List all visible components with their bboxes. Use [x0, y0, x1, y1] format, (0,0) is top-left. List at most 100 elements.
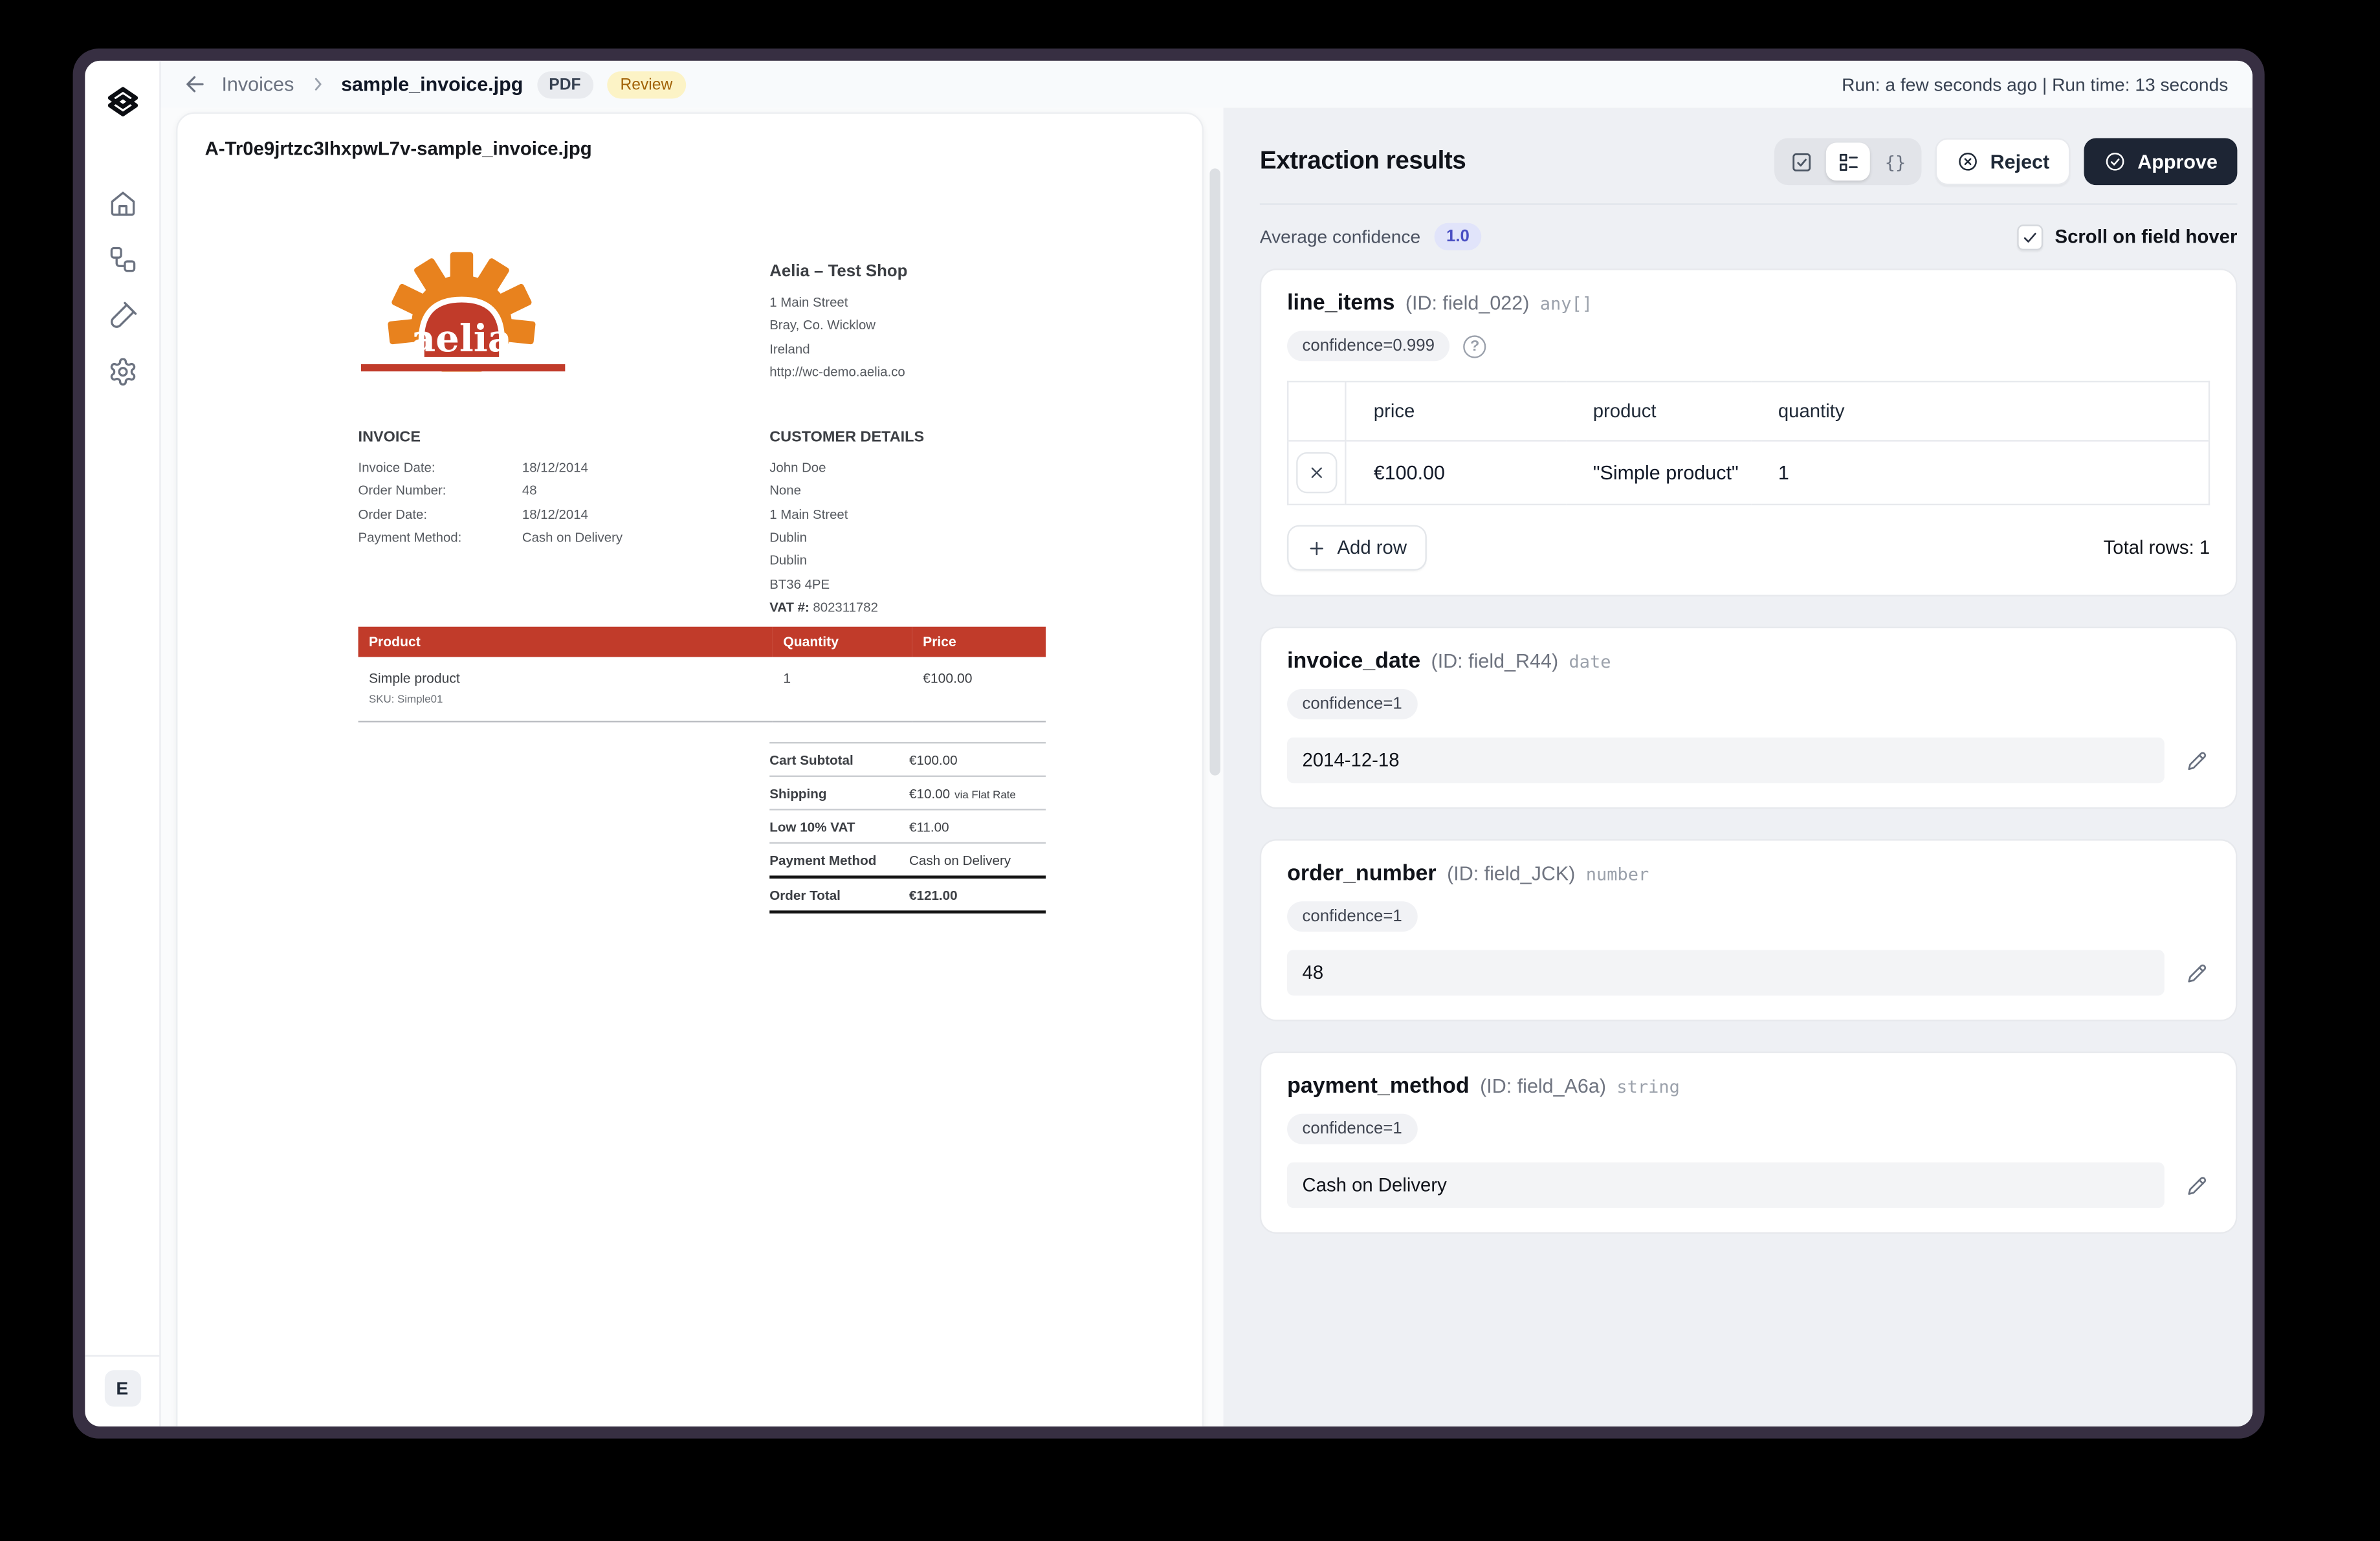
avg-confidence-badge: 1.0 — [1434, 223, 1481, 250]
field-name: order_number — [1287, 862, 1437, 886]
circle-check-icon — [2104, 150, 2127, 173]
edit-pencil-icon[interactable] — [2184, 747, 2210, 773]
shop-logo: aelia — [358, 250, 574, 372]
document-page: A-Tr0e9jrtzc3IhxpwL7v-sample_invoice.jpg — [176, 113, 1204, 1426]
line-item-price[interactable]: €100.00 — [1345, 441, 1565, 505]
document-filename: A-Tr0e9jrtzc3IhxpwL7v-sample_invoice.jpg — [205, 138, 592, 159]
line-item-quantity[interactable]: 1 — [1751, 441, 2209, 505]
review-status-badge: Review — [606, 71, 686, 98]
chevron-right-icon — [307, 74, 327, 94]
plus-icon — [1307, 538, 1327, 558]
sku-value: Simple01 — [397, 692, 443, 706]
field-card-line-items: line_items (ID: field_022) any[] confide… — [1260, 268, 2238, 596]
help-icon[interactable] — [1464, 334, 1486, 357]
field-name: payment_method — [1287, 1075, 1470, 1099]
field-card-invoice-date: invoice_date (ID: field_R44) date confid… — [1260, 627, 2238, 809]
results-title: Extraction results — [1260, 148, 1466, 177]
totals-row: Shipping€10.00via Flat Rate — [769, 777, 1046, 811]
line-items-row: €100.00 "Simple product" 1 — [1288, 441, 2209, 505]
view-toggle: {} — [1775, 138, 1923, 185]
customer-line: Dublin — [769, 527, 924, 550]
vat-value: 802311782 — [813, 599, 877, 614]
invoice-info-value: 18/12/2014 — [522, 457, 588, 480]
approve-button[interactable]: Approve — [2084, 138, 2237, 185]
invoice-info-value: 48 — [522, 480, 537, 503]
field-name: invoice_date — [1287, 650, 1420, 674]
invoice-info-label: Invoice Date: — [358, 457, 522, 480]
edit-pencil-icon[interactable] — [2184, 1172, 2210, 1198]
invoice-product-table: Product Quantity Price Simple product 1 — [358, 627, 1046, 723]
field-id: (ID: field_JCK) — [1447, 862, 1575, 884]
sku-label: SKU: — [369, 692, 394, 706]
sidebar-divider — [85, 1355, 159, 1357]
checklist-view-icon[interactable] — [1779, 142, 1824, 180]
user-avatar[interactable]: E — [104, 1370, 140, 1406]
invoice-info-label: Order Number: — [358, 480, 522, 503]
pdf-badge: PDF — [536, 71, 593, 98]
totals-row-order-total: Order Total€121.00 — [769, 879, 1046, 913]
confidence-pill: confidence=0.999 — [1287, 331, 1449, 361]
shipping-method-note: via Flat Rate — [954, 787, 1016, 800]
sidebar-nav — [107, 188, 137, 387]
edit-pencil-icon[interactable] — [2184, 960, 2210, 986]
quantity-col-header: Quantity — [773, 627, 912, 657]
line-items-table: price product quantity — [1287, 381, 2210, 505]
reject-button[interactable]: Reject — [1935, 138, 2071, 185]
breadcrumb-current: sample_invoice.jpg — [341, 73, 523, 96]
invoice-heading: INVOICE — [358, 430, 723, 446]
invoice-info-label: Payment Method: — [358, 527, 522, 550]
field-value-invoice-date[interactable]: 2014-12-18 — [1287, 738, 2165, 783]
app-logo-icon — [102, 82, 142, 122]
workflow-icon[interactable] — [107, 245, 137, 275]
scroll-on-hover-label: Scroll on field hover — [2055, 226, 2238, 247]
shop-logo-text: aelia — [412, 316, 512, 360]
document-scrollbar[interactable] — [1209, 168, 1220, 775]
form-view-icon[interactable] — [1826, 142, 1870, 180]
test-tube-icon[interactable] — [107, 300, 137, 331]
checkbox-checked-icon[interactable] — [2017, 224, 2043, 250]
total-rows-label: Total rows: 1 — [2104, 537, 2210, 558]
customer-line: Dublin — [769, 550, 924, 573]
customer-details: CUSTOMER DETAILS John Doe None 1 Main St… — [769, 430, 924, 620]
field-id: (ID: field_022) — [1405, 291, 1530, 314]
field-type: string — [1616, 1076, 1679, 1097]
line-items-col-product: product — [1565, 382, 1750, 441]
screen: E Invoices — [0, 0, 2380, 1541]
field-value-order-number[interactable]: 48 — [1287, 950, 2165, 995]
scroll-on-hover-toggle[interactable]: Scroll on field hover — [2017, 224, 2238, 250]
document-pane: A-Tr0e9jrtzc3IhxpwL7v-sample_invoice.jpg — [161, 108, 1224, 1426]
shop-name: Aelia – Test Shop — [769, 263, 907, 281]
product-sku-row: SKU: Simple01 — [358, 688, 1046, 722]
invoice-totals: Cart Subtotal€100.00 Shipping€10.00via F… — [769, 742, 1046, 913]
field-id: (ID: field_R44) — [1431, 650, 1559, 672]
field-card-payment-method: payment_method (ID: field_A6a) string co… — [1260, 1052, 2238, 1234]
shop-address-line: 1 Main Street — [769, 291, 907, 314]
back-arrow-icon[interactable] — [182, 71, 208, 97]
invoice-info: INVOICE Invoice Date:18/12/2014 Order Nu… — [358, 430, 723, 550]
json-view-icon[interactable]: {} — [1873, 142, 1917, 180]
shop-address-line: Bray, Co. Wicklow — [769, 314, 907, 338]
home-icon[interactable] — [107, 188, 137, 219]
sidebar-rail: E — [85, 61, 160, 1426]
product-col-header: Product — [358, 627, 773, 657]
field-type: number — [1586, 864, 1649, 885]
line-item-product[interactable]: "Simple product" — [1565, 441, 1750, 505]
field-type: date — [1569, 651, 1611, 672]
breadcrumb: Invoices sample_invoice.jpg PDF Review — [182, 71, 686, 98]
customer-line: BT36 4PE — [769, 573, 924, 596]
topbar: Invoices sample_invoice.jpg PDF Review R… — [161, 61, 2253, 108]
settings-gear-icon[interactable] — [107, 356, 137, 387]
add-row-button[interactable]: Add row — [1287, 525, 1426, 571]
breadcrumb-parent[interactable]: Invoices — [221, 73, 294, 96]
product-row: Simple product 1 €100.00 — [358, 657, 1046, 688]
vat-label: VAT #: — [769, 599, 810, 614]
avg-confidence-label: Average confidence — [1260, 226, 1420, 247]
circle-x-icon — [1957, 150, 1979, 173]
confidence-pill: confidence=1 — [1287, 1114, 1417, 1144]
field-value-payment-method[interactable]: Cash on Delivery — [1287, 1163, 2165, 1208]
totals-row: Low 10% VAT€11.00 — [769, 811, 1046, 844]
price-col-header: Price — [912, 627, 1046, 657]
confidence-pill: confidence=1 — [1287, 901, 1417, 932]
delete-row-button[interactable] — [1296, 452, 1337, 493]
product-price: €100.00 — [912, 657, 1046, 688]
